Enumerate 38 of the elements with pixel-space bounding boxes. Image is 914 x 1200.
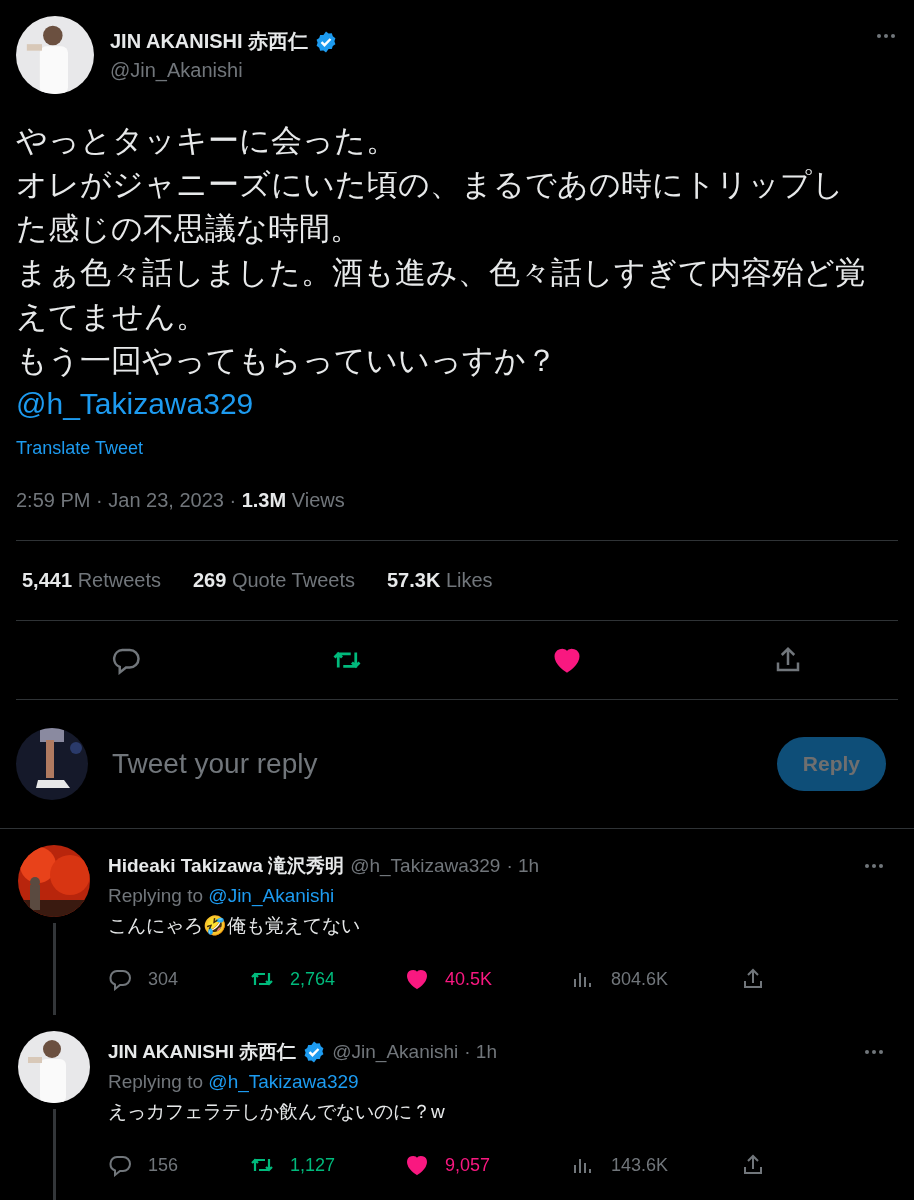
heart-icon[interactable] (405, 967, 429, 991)
reply-icon[interactable] (108, 1153, 132, 1177)
reply-count: 156 (148, 1154, 179, 1176)
reply-text: えっカフェラテしか飲んでないのに？w (108, 1100, 446, 1124)
tweet-text: まぁ色々話しました。酒も進み、色々話しすぎて内容殆ど覚えてません。 (16, 254, 866, 335)
retweet-count: 1,127 (290, 1154, 336, 1176)
like-count: 40.5K (445, 968, 493, 990)
share-icon[interactable] (741, 1153, 765, 1177)
mention-link[interactable]: @h_Takizawa329 (208, 1071, 359, 1092)
reply-time: · 1h (464, 1041, 497, 1063)
translate-link[interactable]: Translate Tweet (16, 438, 144, 459)
author-handle[interactable]: @Jin_Akanishi (332, 1041, 459, 1063)
reply-time: · 1h (506, 855, 540, 877)
reply-icon[interactable] (108, 967, 132, 991)
stat-link[interactable]: 269 Quote Tweets (193, 569, 355, 592)
tweet-text: やっとタッキーに会った。 (16, 122, 398, 159)
heart-icon[interactable] (405, 1153, 429, 1177)
tweet-text: オレがジャニーズにいた頃の、まるであの時にトリップした感じの不思議な時間。 (16, 166, 845, 247)
retweet-count: 2,764 (290, 968, 336, 990)
tweet-text: もう一回やってもらっていいっすか？ (16, 342, 558, 379)
view-count: 804.6K (611, 968, 669, 990)
author-name[interactable]: JIN AKANISHI 赤西仁 (108, 1039, 297, 1065)
view-count: 143.6K (611, 1154, 669, 1176)
author-name[interactable]: JIN AKANISHI 赤西仁 (110, 28, 309, 55)
mention-link[interactable]: @h_Takizawa329 (16, 382, 254, 426)
stat-link[interactable]: 57.3K Likes (387, 569, 493, 592)
like-count: 9,057 (445, 1154, 491, 1176)
mention-link[interactable]: @Jin_Akanishi (208, 885, 335, 906)
author-handle[interactable]: @h_Takizawa329 (350, 855, 501, 877)
tweet-time: 2:59 PM · Jan 23, 2023 · 1.3M Views (16, 489, 346, 512)
author-name[interactable]: Hideaki Takizawa 滝沢秀明 (108, 853, 345, 879)
reply-count: 304 (148, 968, 179, 990)
author-handle[interactable]: @Jin_Akanishi (110, 59, 858, 82)
replying-to: Replying to @h_Takizawa329 (108, 1071, 360, 1093)
share-icon[interactable] (741, 967, 765, 991)
stat-link[interactable]: 5,441 Retweets (22, 569, 161, 592)
replying-to: Replying to @Jin_Akanishi (108, 885, 336, 907)
reply-text: こんにゃろ🤣俺も覚えてない (108, 914, 361, 938)
